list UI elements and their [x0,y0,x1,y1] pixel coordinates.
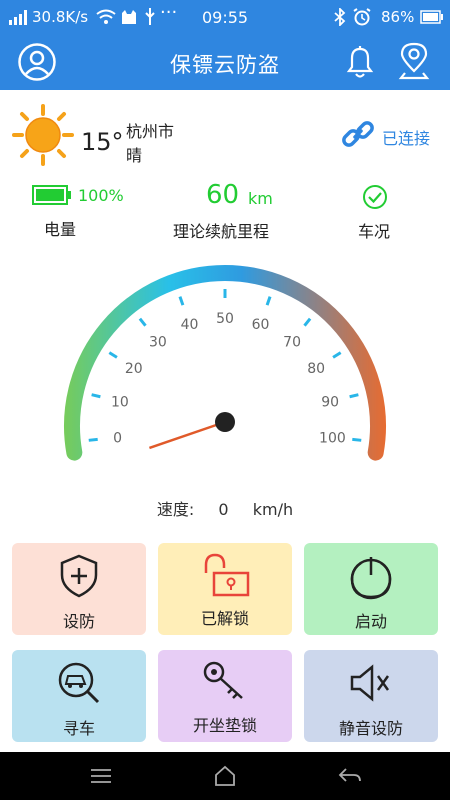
weather-condition: 晴 [126,146,143,165]
gauge-tick [352,437,362,442]
gauge-tick [265,296,272,306]
gauge-tick-label: 40 [181,317,199,333]
back-icon[interactable] [338,767,362,785]
gauge-needle [149,420,226,450]
condition-label: 车况 [358,222,391,241]
gauge-tick-label: 90 [321,394,339,410]
alarm-icon [353,8,371,26]
link-icon [342,121,374,147]
tile-label: 开坐垫锁 [192,716,257,735]
signal-icon [9,10,27,25]
tile-label: 静音设防 [338,719,403,738]
tile-start[interactable]: 启动 [304,543,438,635]
battery-icon [420,10,443,24]
tile-silent-arm[interactable]: 静音设防 [304,650,438,742]
gauge-tick-label: 70 [283,334,301,350]
speedometer: 0 10 20 30 40 50 60 70 80 90 100 [64,265,386,461]
bluetooth-icon [334,8,346,26]
tile-seat-lock[interactable]: 开坐垫锁 [158,650,292,742]
power-icon [350,557,392,600]
navigation-bar [0,752,450,800]
tile-label: 已解锁 [200,609,249,628]
temperature: 15° [81,128,124,156]
battery-label: 电量 [44,220,77,239]
unlocked-padlock-icon [204,553,250,597]
bell-icon[interactable] [343,44,377,80]
gauge-tick-label: 50 [216,311,234,327]
gauge-tick-label: 0 [113,430,122,446]
tile-unlocked[interactable]: 已解锁 [158,543,292,635]
gauge-tick-label: 10 [111,394,129,410]
page-title: 保镖云防盗 [170,53,280,77]
key-icon [203,661,243,699]
speed-unit: km/h [252,500,294,519]
speed-value: 0 [218,500,229,519]
location-pin-icon[interactable] [397,41,431,81]
shield-plus-icon [60,554,98,598]
gauge-tick [332,351,342,359]
city-name: 杭州市 [126,122,175,141]
gauge-tick-label: 60 [252,317,270,333]
speed-readout: 速度: 0 km/h [0,496,450,520]
gauge-tick [108,351,118,359]
range-value: 60 [206,180,240,210]
tile-label: 启动 [354,612,387,631]
sun-icon [12,104,74,166]
network-speed: 30.8K/s [32,8,89,26]
gauge-tick [88,437,98,442]
weather-row: 15° 杭州市 晴 已连接 [0,90,450,170]
tile-arm[interactable]: 设防 [12,543,146,635]
gauge-tick [303,317,312,327]
battery-percent: 86% [381,8,415,26]
gauge-tick [138,317,147,327]
tile-label: 设防 [62,612,95,631]
range-unit: km [248,189,273,208]
gauge-tick [349,393,359,399]
battery-level-icon [32,185,71,205]
connection-status[interactable]: 已连接 [382,125,430,149]
app-bar: 保镖云防盗 [0,34,450,90]
speed-label: 速度: [156,500,195,519]
battery-value: 100% [78,186,124,205]
menu-icon[interactable] [90,768,112,784]
gauge-hub [215,412,235,432]
gauge-tick-label: 20 [125,361,143,377]
range-label: 理论续航里程 [173,222,270,241]
usb-icon [145,8,155,25]
gauge-tick-label: 100 [319,430,346,446]
gauge-tick-label: 30 [149,334,167,350]
wifi-icon [96,9,116,24]
tile-find-vehicle[interactable]: 寻车 [12,650,146,742]
gauge-tick [178,296,185,306]
gauge-tick-label: 80 [307,361,325,377]
clock: 09:55 [202,8,249,27]
more-icon: ··· [160,2,178,23]
cat-icon [122,10,136,24]
mute-speaker-icon [350,664,390,702]
find-vehicle-icon [58,662,100,704]
status-bar: 30.8K/s ··· 09:55 86% [0,0,450,34]
tile-label: 寻车 [62,719,95,738]
home-icon[interactable] [214,765,236,787]
checkmark-circle-icon [363,185,387,209]
gauge-tick [91,393,101,399]
